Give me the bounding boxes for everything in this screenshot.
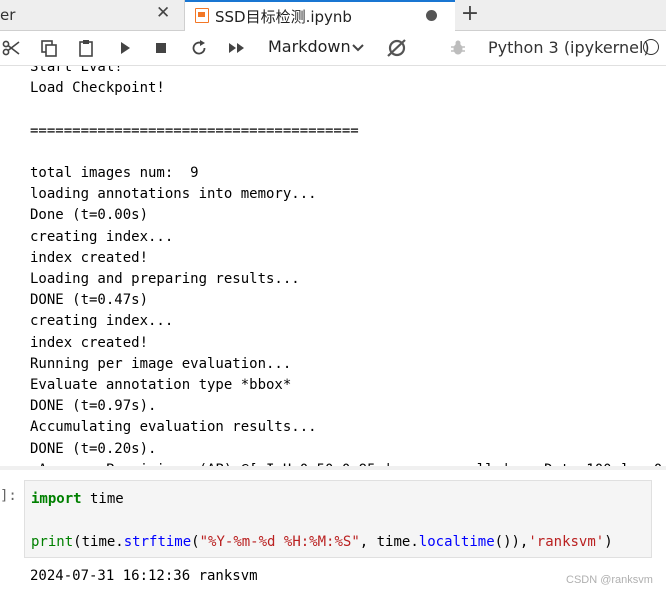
- output-line: Running per image evaluation...: [30, 355, 292, 372]
- output-line: Load Checkpoint!: [30, 80, 165, 97]
- output-line: DONE (t=0.20s).: [30, 440, 157, 457]
- code-string: 'ranksvm': [528, 534, 605, 550]
- output-line: =======================================: [30, 122, 359, 139]
- unsaved-dot-icon[interactable]: [426, 10, 437, 21]
- output-line: Start Eval!: [30, 66, 123, 75]
- cell-output-area[interactable]: Start Eval! Load Checkpoint! ============…: [0, 66, 666, 466]
- input-prompt: ]:: [0, 488, 17, 504]
- kernel-name[interactable]: Python 3 (ipykernel): [488, 38, 650, 57]
- output-line: loading annotations into memory...: [30, 186, 317, 203]
- cell-type-select[interactable]: Markdown: [268, 37, 351, 56]
- fast-forward-icon[interactable]: [224, 31, 250, 65]
- code-function: localtime: [418, 534, 495, 550]
- kernel-status-icon: [643, 39, 659, 55]
- code-text: (: [191, 534, 200, 550]
- output-line: index created!: [30, 334, 149, 351]
- code-text: ): [604, 534, 613, 550]
- chevron-down-icon[interactable]: [350, 31, 366, 65]
- tab-previous[interactable]: er ✕: [0, 0, 185, 30]
- code-text: ()),: [494, 534, 529, 550]
- output-line: creating index...: [30, 313, 174, 330]
- run-icon[interactable]: [113, 31, 137, 65]
- copy-icon[interactable]: [37, 31, 61, 65]
- notebook-icon: [195, 8, 209, 23]
- code-text: (time.: [73, 534, 124, 550]
- code-keyword: import: [31, 491, 82, 507]
- code-function: strftime: [123, 534, 192, 550]
- add-tab-icon[interactable]: +: [456, 0, 484, 30]
- output-line: Done (t=0.00s): [30, 207, 149, 224]
- code-builtin: print: [31, 534, 74, 550]
- restart-icon[interactable]: [187, 31, 211, 65]
- output-line: total images num: 9: [30, 165, 199, 182]
- output-line: Evaluate annotation type *bbox*: [30, 377, 292, 394]
- horizontal-scrollbar[interactable]: [0, 466, 666, 470]
- tab-active-title: SSD目标检测.ipynb: [215, 8, 352, 26]
- cell-output-result: 2024-07-31 16:12:36 ranksvm: [30, 568, 258, 584]
- stop-icon[interactable]: [149, 31, 173, 65]
- tab-active-notebook[interactable]: SSD目标检测.ipynb: [185, 0, 455, 31]
- output-line: index created!: [30, 249, 149, 266]
- output-line: Accumulating evaluation results...: [30, 419, 317, 436]
- tab-previous-title: er: [0, 6, 16, 24]
- close-icon[interactable]: ✕: [156, 3, 170, 23]
- cut-icon[interactable]: [0, 31, 22, 65]
- code-cell-input[interactable]: import time print(time.strftime("%Y-%m-%…: [24, 480, 652, 558]
- git-icon[interactable]: [384, 31, 408, 65]
- watermark: CSDN @ranksvm: [566, 574, 653, 586]
- notebook-toolbar: Markdown Python 3 (ipykernel): [0, 31, 666, 66]
- code-editor[interactable]: import time print(time.strftime("%Y-%m-%…: [31, 489, 613, 554]
- output-line: Loading and preparing results...: [30, 271, 300, 288]
- paste-icon[interactable]: [74, 31, 98, 65]
- code-text: , time.: [359, 534, 419, 550]
- output-line: creating index...: [30, 228, 174, 245]
- output-line: DONE (t=0.97s).: [30, 398, 157, 415]
- tab-bar: er ✕ SSD目标检测.ipynb +: [0, 0, 666, 31]
- debugger-icon[interactable]: [446, 31, 470, 65]
- output-text: Start Eval! Load Checkpoint! ============…: [30, 66, 666, 466]
- output-line: DONE (t=0.47s): [30, 292, 149, 309]
- code-text: time: [81, 491, 124, 507]
- code-string: "%Y-%m-%d %H:%M:%S": [199, 534, 360, 550]
